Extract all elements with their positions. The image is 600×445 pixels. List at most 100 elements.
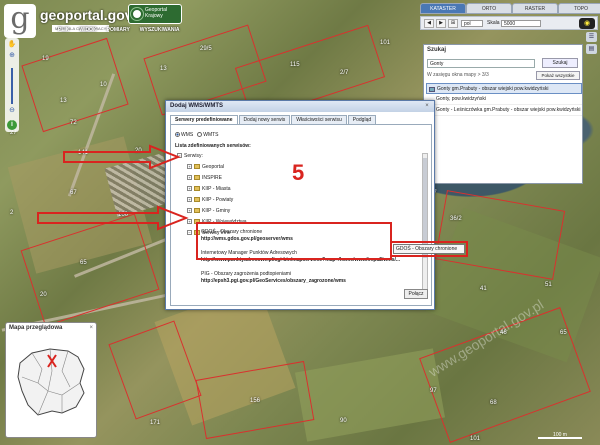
radio-wms[interactable]: WMS (175, 132, 193, 138)
connect-button[interactable]: Połącz (404, 289, 428, 299)
annotation-box-tooltip (390, 241, 468, 257)
parcel-number: 2 (10, 210, 14, 216)
tree-node[interactable]: + KIIP - Powiaty (177, 195, 419, 206)
dialog-tabs: Serwery predefiniowane Dodaj nowy serwis… (170, 115, 377, 124)
tab-orto[interactable]: ORTO (466, 3, 512, 14)
unit-select[interactable]: pol (461, 20, 483, 27)
expand-icon[interactable]: + (187, 186, 192, 192)
list-item[interactable]: Gonty gm.Prabuty - obszar wiejski pow.kw… (426, 83, 582, 94)
parcel-number: 97 (430, 388, 437, 394)
place-icon (429, 87, 435, 92)
parcel-number: 19 (42, 56, 49, 62)
add-wms-dialog: Dodaj WMS/WMTS × Serwery predefiniowane … (165, 100, 435, 310)
menu-item-pomiary[interactable]: POMIARY (107, 27, 130, 33)
result-label: Gonty gm.Prabuty - obszar wiejski pow.kw… (437, 86, 549, 92)
radio-dot-icon (197, 132, 203, 138)
menu-item-wyszukiwania[interactable]: WYSZUKIWANIA (140, 27, 180, 33)
result-label: Gonty, pow.kwidzyński (436, 96, 486, 102)
info-icon[interactable]: i (7, 120, 17, 130)
tab-raster[interactable]: RASTER (512, 3, 558, 14)
zoom-slider[interactable] (11, 68, 13, 104)
scale-bar: 100 m (538, 432, 582, 439)
zoom-out-icon[interactable]: ⊖ (7, 106, 17, 115)
collapse-icon[interactable]: − (177, 153, 182, 159)
annotation-box-gdos (196, 222, 392, 260)
search-button[interactable]: Szukaj (542, 58, 578, 68)
legend-icon[interactable]: ▤ (586, 44, 597, 54)
scale-input[interactable]: 5000 (501, 20, 541, 27)
main-menu: PLIK WIDOK POMIARY WYSZUKIWANIA (58, 27, 180, 33)
map-toolbar: ✋ ⊕ ⊖ i (5, 38, 19, 132)
list-item[interactable]: Gonty, pow.kwidzyński (426, 94, 582, 105)
target-icon (131, 8, 143, 20)
view-controls: ◀ ▶ ⊞ pol Skala 5000 ◉ (420, 16, 598, 30)
forward-arrow-icon[interactable]: ▶ (436, 19, 446, 28)
tree-node-label: KIIP - Gminy (202, 208, 231, 214)
expand-icon[interactable]: + (187, 175, 192, 181)
search-result-count: W zasięgu okna mapy > 3/3 (427, 72, 489, 78)
radio-dot-icon (175, 132, 180, 138)
layers-icon[interactable]: ☰ (586, 32, 597, 42)
pan-hand-icon[interactable]: ✋ (7, 40, 17, 49)
parcel-number: 101 (470, 436, 481, 442)
tree-node-label: KIIP - Miasta (202, 186, 231, 192)
radio-wmts[interactable]: WMTS (197, 132, 219, 138)
tree-node-label: INSPIRE (202, 175, 223, 181)
expand-icon[interactable]: + (187, 219, 192, 225)
result-label: Gonty - Leśniczówka gm.Prabuty - obszar … (436, 107, 581, 113)
show-all-button[interactable]: Pokaż wszystkie (536, 71, 580, 80)
tree-node-label: KIIP - Powiaty (202, 197, 234, 203)
parcel-number: 156 (250, 398, 261, 404)
service-url: http://epsh3.pgi.gov.pl/GeoServices/obsz… (201, 278, 346, 284)
tab-predefined-servers[interactable]: Serwery predefiniowane (170, 115, 238, 124)
service-name: PIG - Obszary zagrożenia podtopieniami (201, 271, 292, 277)
tab-service-properties[interactable]: Właściwości serwisu (291, 115, 347, 124)
parcel-number: 65 (560, 330, 567, 336)
geoportal-krajowy-label: Geoportal Krajowy (145, 7, 167, 19)
back-arrow-icon[interactable]: ◀ (424, 19, 434, 28)
tab-kataster[interactable]: KATASTER (420, 3, 466, 14)
tab-add-new-service[interactable]: Dodaj nowy serwis (238, 115, 291, 124)
full-extent-icon[interactable]: ⊞ (448, 19, 458, 28)
parcel-number: 13 (160, 66, 167, 72)
folder-icon (194, 197, 200, 203)
parcel-number: 36/2 (450, 216, 462, 222)
overview-map[interactable]: Mapa przeglądowa × (5, 322, 97, 438)
parcel-number: 41 (480, 286, 487, 292)
search-input[interactable]: Gonty (427, 59, 535, 68)
menu-item-widok[interactable]: WIDOK (79, 27, 96, 33)
parcel-number: 2/7 (340, 70, 349, 76)
tree-node[interactable]: + KIIP - Gminy (177, 206, 419, 217)
expand-icon[interactable]: + (187, 164, 192, 170)
parcel-number: 29/5 (200, 46, 212, 52)
radio-wmts-label: WMTS (203, 132, 219, 138)
search-panel-title: Szukaj (427, 47, 447, 53)
zoom-in-icon[interactable]: ⊕ (7, 51, 17, 60)
folder-icon (194, 208, 200, 214)
eye-icon[interactable]: ◉ (579, 18, 595, 29)
geoportal-krajowy-button[interactable]: Geoportal Krajowy (128, 4, 182, 24)
menu-item-plik[interactable]: PLIK (58, 27, 69, 33)
tree-node-label: Geoportal (202, 164, 224, 170)
tab-preview[interactable]: Podgląd (347, 115, 377, 124)
collapse-icon[interactable]: − (187, 230, 192, 236)
expand-icon[interactable]: + (187, 197, 192, 203)
expand-icon[interactable]: + (187, 208, 192, 214)
close-icon[interactable]: × (89, 325, 93, 331)
parcel-number: 20 (135, 148, 142, 154)
dialog-title: Dodaj WMS/WMTS (166, 101, 434, 112)
parcel-number: 20 (40, 292, 47, 298)
side-icons: ☰ ▤ (586, 32, 598, 56)
tab-topo[interactable]: TOPO (558, 3, 600, 14)
layer-tabs: KATASTER ORTO RASTER TOPO (420, 3, 600, 14)
parcel-number: 65 (80, 260, 87, 266)
tree-scrollbar[interactable] (422, 153, 428, 293)
list-item[interactable]: Gonty - Leśniczówka gm.Prabuty - obszar … (426, 105, 582, 116)
parcel-number: 171 (150, 420, 161, 426)
parcel-number: 160 (118, 212, 129, 218)
tree-node-label: Serwisy: (184, 153, 203, 159)
service-item-pig[interactable]: PIG - Obszary zagrożenia podtopieniami h… (201, 271, 401, 285)
close-icon[interactable]: × (423, 102, 431, 110)
parcel-number: 115 (290, 62, 300, 68)
services-list-label: Lista zdefiniowanych serwisów: (175, 143, 251, 149)
